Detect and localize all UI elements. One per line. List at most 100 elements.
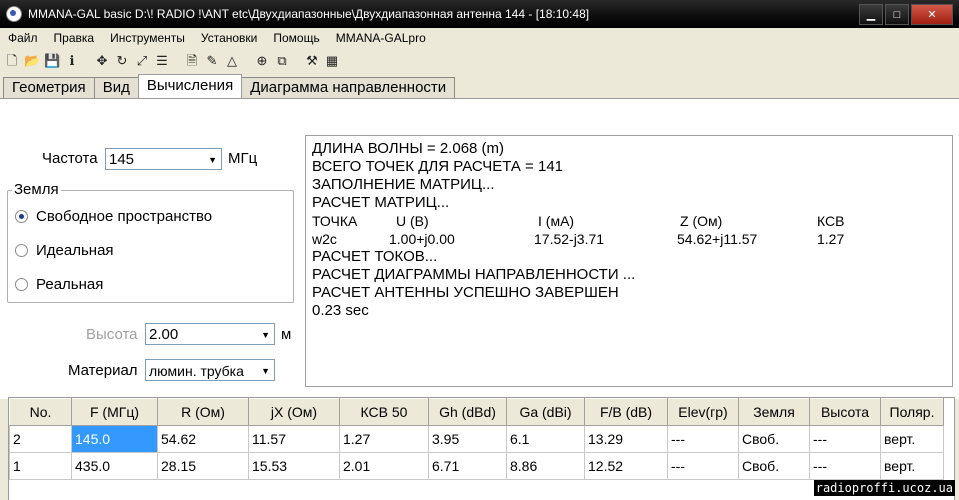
output-line: ДЛИНА ВОЛНЫ = 2.068 (m) bbox=[312, 140, 505, 157]
cell[interactable]: --- bbox=[667, 452, 739, 480]
cell[interactable]: 12.52 bbox=[584, 452, 668, 480]
cell[interactable]: 11.57 bbox=[248, 425, 340, 453]
calculations-panel: Частота 145 ▼ МГц Земля Свободное простр… bbox=[0, 98, 959, 399]
watermark: radioproffi.ucoz.ua bbox=[813, 480, 955, 496]
col-ground[interactable]: Земля bbox=[738, 398, 810, 426]
output-line: РАСЧЕТ АНТЕННЫ УСПЕШНО ЗАВЕРШЕН bbox=[312, 284, 619, 301]
col-fb[interactable]: F/B (dB) bbox=[584, 398, 668, 426]
target-icon[interactable]: ⊕ bbox=[254, 53, 270, 69]
tab-pattern[interactable]: Диаграмма направленности bbox=[241, 77, 456, 98]
cell[interactable]: 8.86 bbox=[506, 452, 585, 480]
menu-bar: Файл Правка Инструменты Установки Помощь… bbox=[0, 28, 959, 47]
chevron-down-icon: ▼ bbox=[208, 155, 217, 165]
col-swr[interactable]: КСВ 50 bbox=[339, 398, 429, 426]
col-jx[interactable]: jX (Ом) bbox=[248, 398, 340, 426]
tab-strip: Геометрия Вид Вычисления Диаграмма напра… bbox=[3, 74, 456, 99]
col-ga[interactable]: Ga (dBi) bbox=[506, 398, 585, 426]
chevron-down-icon: ▼ bbox=[261, 366, 270, 376]
height-label: Высота bbox=[86, 326, 138, 343]
frequency-value: 145 bbox=[109, 151, 135, 168]
radio-icon bbox=[15, 278, 28, 291]
menu-edit[interactable]: Правка bbox=[46, 31, 103, 45]
title-bar: MMANA-GAL basic D:\! RADIO !\ANT etc\Дву… bbox=[0, 0, 959, 28]
cell[interactable]: Своб. bbox=[738, 452, 810, 480]
table-row[interactable]: 2 145.0 54.62 11.57 1.27 3.95 6.1 13.29 … bbox=[9, 425, 944, 453]
move-icon[interactable]: ✥ bbox=[94, 53, 110, 69]
output-line: ВСЕГО ТОЧЕК ДЛЯ РАСЧЕТА = 141 bbox=[312, 158, 564, 175]
frequency-combo[interactable]: 145 ▼ bbox=[105, 148, 222, 170]
output-line: РАСЧЕТ ДИАГРАММЫ НАПРАВЛЕННОСТИ ... bbox=[312, 266, 636, 283]
col-frequency[interactable]: F (МГц) bbox=[71, 398, 158, 426]
output-result-row: w2c 1.00+j0.00 17.52-j3.71 54.62+j11.57 … bbox=[312, 231, 845, 247]
ground-option-free[interactable]: Свободное пространство bbox=[15, 208, 212, 225]
cell[interactable]: верт. bbox=[880, 425, 944, 453]
pen-icon[interactable]: ✎ bbox=[204, 53, 220, 69]
cell[interactable]: 2 bbox=[9, 425, 72, 453]
new-icon[interactable]: 🗋 bbox=[4, 53, 20, 69]
toolbar: 🗋 📂 💾 ℹ ✥ ↻ ⤢ ☰ 🗎 ✎ △ ⊕ ⧉ ⚒ ▦ bbox=[0, 48, 959, 74]
cell[interactable]: 1 bbox=[9, 452, 72, 480]
output-line: РАСЧЕТ ТОКОВ... bbox=[312, 248, 438, 265]
cell[interactable]: 2.01 bbox=[339, 452, 429, 480]
tab-geometry[interactable]: Геометрия bbox=[3, 77, 95, 98]
tab-calculations[interactable]: Вычисления bbox=[137, 74, 243, 99]
wires-icon[interactable]: ☰ bbox=[154, 53, 170, 69]
height-unit: м bbox=[281, 326, 292, 343]
menu-file[interactable]: Файл bbox=[0, 31, 46, 45]
col-polar[interactable]: Поляр. bbox=[880, 398, 944, 426]
resize-icon[interactable]: ⤢ bbox=[134, 53, 150, 69]
chevron-down-icon: ▼ bbox=[261, 330, 270, 340]
rotate-icon[interactable]: ↻ bbox=[114, 53, 130, 69]
minimize-button[interactable]: ▁ bbox=[859, 4, 883, 25]
menu-settings[interactable]: Установки bbox=[193, 31, 265, 45]
tools-icon[interactable]: ⚒ bbox=[304, 53, 320, 69]
save-icon[interactable]: 💾 bbox=[44, 53, 60, 69]
calculation-output: ДЛИНА ВОЛНЫ = 2.068 (m) ВСЕГО ТОЧЕК ДЛЯ … bbox=[305, 135, 953, 387]
menu-help[interactable]: Помощь bbox=[265, 31, 327, 45]
material-value: люмин. трубка bbox=[149, 363, 244, 379]
open-icon[interactable]: 📂 bbox=[24, 53, 40, 69]
cell[interactable]: 6.71 bbox=[428, 452, 507, 480]
ground-option-real[interactable]: Реальная bbox=[15, 276, 103, 293]
cell-selected[interactable]: 145.0 bbox=[71, 425, 158, 453]
col-gh[interactable]: Gh (dBd) bbox=[428, 398, 507, 426]
copy-icon[interactable]: ⧉ bbox=[274, 53, 290, 69]
cell[interactable]: Своб. bbox=[738, 425, 810, 453]
cell[interactable]: --- bbox=[667, 425, 739, 453]
col-elev[interactable]: Elev(гр) bbox=[667, 398, 739, 426]
ground-group-title: Земля bbox=[12, 181, 61, 198]
col-r[interactable]: R (Ом) bbox=[157, 398, 249, 426]
info-icon[interactable]: ℹ bbox=[64, 53, 80, 69]
height-combo[interactable]: 2.00 ▼ bbox=[145, 323, 275, 345]
cell[interactable]: 54.62 bbox=[157, 425, 249, 453]
page-icon[interactable]: 🗎 bbox=[184, 53, 200, 69]
material-combo[interactable]: люмин. трубка ▼ bbox=[145, 359, 275, 381]
cell[interactable]: 28.15 bbox=[157, 452, 249, 480]
menu-pro[interactable]: MMANA-GALpro bbox=[328, 31, 434, 45]
tab-view[interactable]: Вид bbox=[93, 77, 139, 98]
cell[interactable]: 435.0 bbox=[71, 452, 158, 480]
output-line: 0.23 sec bbox=[312, 302, 369, 319]
cell[interactable]: 13.29 bbox=[584, 425, 668, 453]
calculator-icon[interactable]: ▦ bbox=[324, 53, 340, 69]
output-line: РАСЧЕТ МАТРИЦ... bbox=[312, 194, 450, 211]
cell[interactable]: 6.1 bbox=[506, 425, 585, 453]
close-button[interactable]: ✕ bbox=[911, 4, 953, 25]
maximize-button[interactable]: □ bbox=[885, 4, 909, 25]
cell[interactable]: верт. bbox=[880, 452, 944, 480]
radio-icon bbox=[15, 210, 28, 223]
cell[interactable]: 3.95 bbox=[428, 425, 507, 453]
cell[interactable]: --- bbox=[809, 425, 881, 453]
cell[interactable]: 15.53 bbox=[248, 452, 340, 480]
col-no[interactable]: No. bbox=[9, 398, 72, 426]
col-height[interactable]: Высота bbox=[809, 398, 881, 426]
material-label: Материал bbox=[68, 362, 138, 379]
triangle-icon[interactable]: △ bbox=[224, 53, 240, 69]
menu-tools[interactable]: Инструменты bbox=[102, 31, 193, 45]
ground-option-ideal[interactable]: Идеальная bbox=[15, 242, 114, 259]
table-row[interactable]: 1 435.0 28.15 15.53 2.01 6.71 8.86 12.52… bbox=[9, 452, 944, 480]
cell[interactable]: --- bbox=[809, 452, 881, 480]
cell[interactable]: 1.27 bbox=[339, 425, 429, 453]
window-title: MMANA-GAL basic D:\! RADIO !\ANT etc\Дву… bbox=[28, 7, 590, 21]
frequency-unit: МГц bbox=[228, 150, 258, 167]
